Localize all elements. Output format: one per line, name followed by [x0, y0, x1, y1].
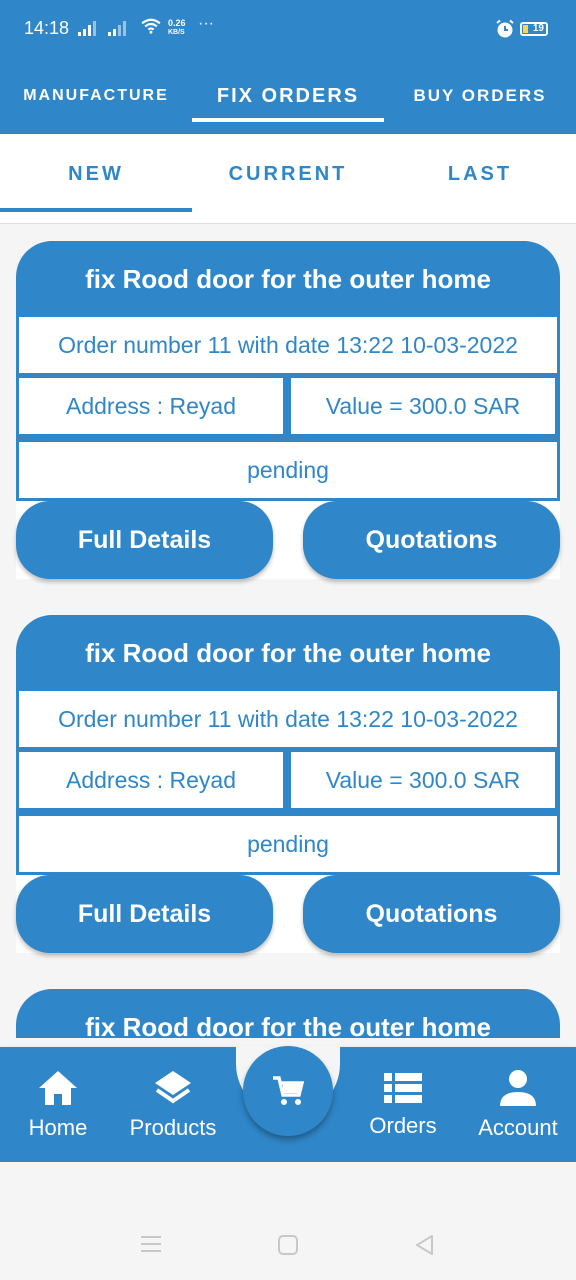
net-speed: 0.26 KB/S — [168, 18, 186, 38]
nav-products[interactable]: Products — [118, 1047, 228, 1162]
more-status-icon: ··· — [198, 15, 214, 32]
layers-icon — [155, 1070, 191, 1103]
top-tabs: MANUFACTURE FIX ORDERS BUY ORDERS — [0, 58, 576, 134]
order-info: Order number 11 with date 13:22 10-03-20… — [19, 317, 557, 373]
alarm-icon — [496, 19, 514, 38]
battery-icon: 19 — [520, 22, 548, 36]
system-nav-bar — [0, 1162, 576, 1280]
subtab-current[interactable]: CURRENT — [192, 134, 384, 214]
app-header: 14:18 0.26 KB/S ··· 19 MANUFACTURE FIX O… — [0, 0, 576, 134]
order-body: Order number 11 with date 13:22 10-03-20… — [16, 691, 560, 875]
tab-fix-orders[interactable]: FIX ORDERS — [192, 58, 384, 134]
active-subtab-indicator — [0, 208, 192, 212]
signal-icon-2 — [108, 21, 126, 36]
order-address: Address : Reyad — [19, 378, 283, 434]
order-status: pending — [19, 442, 557, 498]
subtab-last[interactable]: LAST — [384, 134, 576, 214]
subtab-new[interactable]: NEW — [0, 134, 192, 214]
cart-icon — [273, 1076, 305, 1105]
order-meta-row: Address : Reyad Value = 300.0 SAR — [19, 378, 557, 434]
back-icon[interactable] — [414, 1234, 434, 1256]
account-icon — [500, 1069, 536, 1106]
cart-fab-button[interactable] — [243, 1046, 333, 1136]
order-title: fix Rood door for the outer home — [16, 615, 560, 691]
quotations-button[interactable]: Quotations — [303, 501, 560, 579]
tab-manufacture[interactable]: MANUFACTURE — [0, 58, 192, 134]
home-icon — [39, 1070, 77, 1105]
net-speed-value: 0.26 — [168, 18, 186, 28]
nav-account[interactable]: Account — [470, 1047, 566, 1162]
battery-level — [523, 25, 528, 33]
nav-home[interactable]: Home — [12, 1047, 104, 1162]
order-address: Address : Reyad — [19, 752, 283, 808]
order-title: fix Rood door for the outer home — [16, 241, 560, 317]
nav-home-label: Home — [28, 1114, 88, 1140]
active-tab-indicator — [192, 118, 384, 122]
full-details-button[interactable]: Full Details — [16, 875, 273, 953]
order-card: fix Rood door for the outer home Order n… — [16, 615, 560, 953]
order-actions: Full Details Quotations — [16, 501, 560, 579]
quotations-button[interactable]: Quotations — [303, 875, 560, 953]
full-details-button[interactable]: Full Details — [16, 501, 273, 579]
signal-icon — [78, 21, 96, 36]
orders-list[interactable]: fix Rood door for the outer home Order n… — [0, 225, 576, 1038]
order-info: Order number 11 with date 13:22 10-03-20… — [19, 691, 557, 747]
order-card: fix Rood door for the outer home — [16, 989, 560, 1038]
wifi-icon — [141, 18, 161, 34]
order-meta-row: Address : Reyad Value = 300.0 SAR — [19, 752, 557, 808]
order-value: Value = 300.0 SAR — [291, 378, 555, 434]
status-bar: 14:18 0.26 KB/S ··· 19 — [0, 0, 576, 58]
nav-orders[interactable]: Orders — [356, 1047, 450, 1162]
order-value: Value = 300.0 SAR — [291, 752, 555, 808]
tab-buy-orders[interactable]: BUY ORDERS — [384, 58, 576, 134]
order-body: Order number 11 with date 13:22 10-03-20… — [16, 317, 560, 501]
nav-orders-label: Orders — [369, 1112, 437, 1138]
home-square-icon[interactable] — [278, 1235, 298, 1255]
nav-products-label: Products — [129, 1114, 217, 1140]
battery-percent: 19 — [532, 23, 544, 34]
order-card: fix Rood door for the outer home Order n… — [16, 241, 560, 579]
net-speed-unit: KB/S — [168, 29, 185, 36]
order-status: pending — [19, 816, 557, 872]
list-icon — [384, 1072, 422, 1103]
nav-account-label: Account — [478, 1114, 558, 1140]
sub-tabs: NEW CURRENT LAST — [0, 134, 576, 224]
order-actions: Full Details Quotations — [16, 875, 560, 953]
order-title: fix Rood door for the outer home — [16, 989, 560, 1038]
status-time: 14:18 — [24, 18, 70, 38]
menu-icon[interactable] — [141, 1235, 161, 1253]
